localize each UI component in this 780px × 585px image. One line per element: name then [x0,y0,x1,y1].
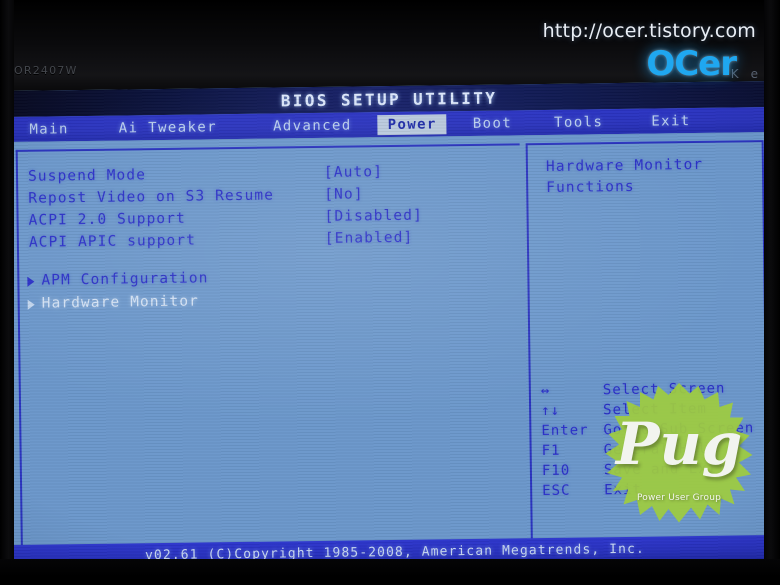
tab-power[interactable]: Power [377,113,447,135]
bezel-logo-e: e [751,68,758,80]
help-line-1: Hardware Monitor [545,156,704,175]
setting-value-suspend-mode[interactable]: [Auto] [324,161,383,184]
pug-logo-text: Pug [615,410,743,478]
submenu-label-hardware-monitor: Hardware Monitor [41,293,200,312]
bezel-logo-e-glyph: e [750,67,758,81]
pug-logo-tagline: Power User Group [636,493,722,503]
monitor-photo: OR2407W K e http://ocer.tistory.com OCer… [0,0,780,585]
legend-key-f1: F1 [541,442,561,460]
monitor-bezel-bottom [0,559,780,585]
setting-value-acpi-apic[interactable]: [Enabled] [325,227,414,250]
legend-key-enter: Enter [541,422,589,440]
tab-tools[interactable]: Tools [544,112,613,133]
monitor-model-label: OR2407W [14,64,78,77]
legend-key-up-down-arrow-icon: ↑↓ [541,402,561,420]
watermark-site-url: http://ocer.tistory.com [542,20,756,42]
bios-title: BIOS SETUP UTILITY [280,88,498,110]
legend-key-f10: F10 [541,462,571,480]
tab-main[interactable]: Main [19,119,79,140]
settings-list: Suspend Mode [Auto] Repost Video on S3 R… [28,160,499,254]
submenu-label-apm-configuration: APM Configuration [41,270,209,289]
watermark-pug-logo: Pug Power User Group [604,383,754,533]
legend-key-esc: ESC [542,482,571,500]
legend-key-left-right-arrow-icon: ↔ [540,382,551,400]
submenu-arrow-icon [27,299,35,310]
help-description: Hardware Monitor Functions [546,154,757,199]
watermark-site-logo: OCer [646,44,737,84]
setting-label-acpi-apic: ACPI APIC support [28,232,197,251]
monitor-bezel-right [764,0,780,585]
setting-value-repost-video[interactable]: [No] [324,183,364,206]
help-line-2: Functions [546,178,635,196]
monitor-bezel-left [0,0,14,585]
tab-boot[interactable]: Boot [463,113,523,134]
tab-advanced[interactable]: Advanced [263,115,362,136]
submenu-arrow-icon [27,276,35,287]
setting-value-acpi-20[interactable]: [Disabled] [324,205,423,228]
submenu-list: APM Configuration Hardware Monitor [27,264,498,316]
tab-ai-tweaker[interactable]: Ai Tweaker [109,117,228,139]
tab-exit[interactable]: Exit [641,110,701,131]
